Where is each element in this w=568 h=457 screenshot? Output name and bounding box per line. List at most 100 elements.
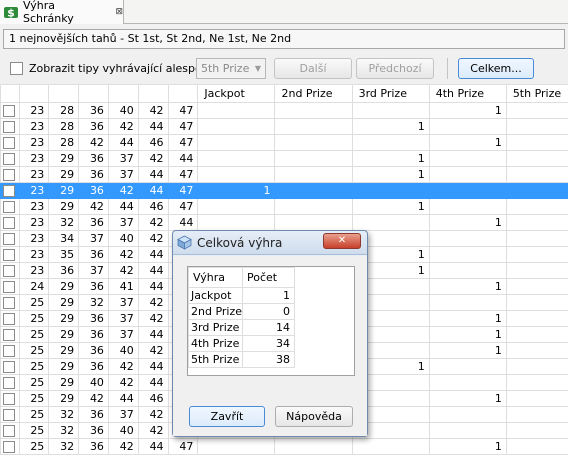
row-checkbox[interactable] [0, 198, 20, 215]
summary-row[interactable]: 5th Prize 38 [188, 351, 295, 368]
ticket-number: 37 [107, 214, 139, 231]
row-checkbox[interactable] [0, 358, 20, 375]
checkbox-box[interactable] [3, 120, 15, 133]
row-checkbox[interactable] [0, 342, 20, 359]
header-3rd-prize[interactable]: 3rd Prize [351, 84, 430, 103]
row-checkbox[interactable] [0, 278, 20, 295]
checkbox-box[interactable] [3, 296, 15, 309]
ticket-number: 36 [78, 326, 109, 343]
prize-cell [428, 406, 507, 423]
checkbox-box[interactable] [3, 168, 15, 181]
row-checkbox[interactable] [0, 134, 20, 151]
checkbox-box[interactable] [3, 360, 15, 373]
checkbox-box[interactable] [3, 408, 15, 421]
checkbox-box[interactable] [3, 328, 15, 341]
prize-cell [505, 390, 568, 407]
ticket-number: 23 [18, 182, 50, 199]
row-checkbox[interactable] [0, 118, 20, 135]
row-checkbox[interactable] [0, 374, 20, 391]
table-row[interactable]: 23 28 42 44 46 47 1 [0, 134, 568, 151]
row-checkbox[interactable] [0, 310, 20, 327]
row-checkbox[interactable] [0, 406, 20, 423]
ticket-number: 36 [78, 150, 109, 167]
tab-close-icon[interactable]: ⊠ [115, 7, 123, 17]
dialog-close-icon[interactable]: ✕ [323, 233, 361, 249]
total-button[interactable]: Celkem... [458, 58, 534, 79]
summary-col-count[interactable]: Počet [242, 267, 295, 288]
row-checkbox[interactable] [0, 246, 20, 263]
summary-prize: Jackpot [188, 287, 243, 304]
row-checkbox[interactable] [0, 294, 20, 311]
ticket-number: 28 [48, 102, 80, 119]
row-checkbox[interactable] [0, 422, 20, 439]
ticket-number: 37 [107, 150, 139, 167]
table-row[interactable]: 23 29 36 42 44 47 1 [0, 182, 568, 199]
checkbox-box[interactable] [3, 104, 15, 117]
header-2nd-prize[interactable]: 2nd Prize [274, 84, 353, 103]
ticket-number: 37 [107, 326, 139, 343]
ticket-number: 44 [137, 118, 169, 135]
summary-row[interactable]: 3rd Prize 14 [188, 319, 295, 336]
previous-button[interactable]: Předchozí [356, 58, 434, 79]
row-checkbox[interactable] [0, 438, 20, 455]
ticket-number: 36 [78, 278, 109, 295]
checkbox-box[interactable] [3, 392, 15, 405]
dialog-titlebar[interactable]: Celková výhra ✕ [173, 231, 367, 255]
help-button[interactable]: Nápověda [275, 406, 353, 427]
checkbox-box[interactable] [3, 216, 15, 229]
close-button[interactable]: Zavřít [189, 406, 265, 427]
summary-row[interactable]: 4th Prize 34 [188, 335, 295, 352]
table-row[interactable]: 23 29 42 44 46 47 1 [0, 198, 568, 215]
ticket-number: 36 [78, 166, 109, 183]
ticket-number: 23 [18, 198, 50, 215]
row-checkbox[interactable] [0, 102, 20, 119]
checkbox-box[interactable] [3, 440, 15, 453]
row-checkbox[interactable] [0, 230, 20, 247]
prize-cell: 1 [428, 310, 507, 327]
prize-cell: 1 [428, 278, 507, 295]
table-row[interactable]: 23 29 36 37 44 47 1 [0, 166, 568, 183]
show-winning-checkbox[interactable] [10, 62, 23, 75]
prize-cell [428, 262, 507, 279]
summary-row[interactable]: 2nd Prize 0 [188, 303, 295, 320]
summary-col-prize[interactable]: Výhra [188, 267, 243, 288]
row-checkbox[interactable] [0, 390, 20, 407]
table-row[interactable]: 23 29 36 37 42 44 1 [0, 150, 568, 167]
row-checkbox[interactable] [0, 262, 20, 279]
row-checkbox[interactable] [0, 150, 20, 167]
summary-row[interactable]: Jackpot 1 [188, 287, 295, 304]
checkbox-box[interactable] [3, 344, 15, 357]
ticket-number: 28 [48, 134, 80, 151]
checkbox-box[interactable] [3, 232, 15, 245]
tab-vyhra-schranky[interactable]: $ Výhra Schránky ⊠ [0, 0, 124, 25]
prize-cell: 1 [428, 342, 507, 359]
table-row[interactable]: 23 28 36 42 44 47 1 [0, 118, 568, 135]
prize-select[interactable]: 5th Prize ▼ [196, 58, 266, 79]
checkbox-box[interactable] [3, 152, 15, 165]
header-jackpot[interactable]: Jackpot [197, 84, 276, 103]
checkbox-box[interactable] [3, 280, 15, 293]
checkbox-box[interactable] [3, 264, 15, 277]
checkbox-box[interactable] [3, 136, 15, 149]
header-5th-prize[interactable]: 5th Prize [505, 84, 568, 103]
next-button[interactable]: Další [274, 58, 352, 79]
show-winning-label: Zobrazit tipy vyhrávající alespoň: [29, 62, 213, 75]
dialog-body: Výhra Počet Jackpot 1 2nd Prize 0 3rd Prize 1… [173, 256, 367, 436]
checkbox-box[interactable] [3, 248, 15, 261]
table-row[interactable]: 23 28 36 40 42 47 1 [0, 102, 568, 119]
ticket-number: 32 [48, 406, 80, 423]
row-checkbox[interactable] [0, 182, 20, 199]
prize-cell [351, 438, 430, 455]
table-row[interactable]: 23 32 36 37 42 44 1 [0, 214, 568, 231]
row-checkbox[interactable] [0, 214, 20, 231]
checkbox-box[interactable] [3, 312, 15, 325]
checkbox-box[interactable] [3, 200, 15, 213]
checkbox-box[interactable] [3, 184, 15, 197]
row-checkbox[interactable] [0, 166, 20, 183]
checkbox-box[interactable] [3, 424, 15, 437]
checkbox-box[interactable] [3, 376, 15, 389]
ticket-number: 42 [137, 230, 169, 247]
row-checkbox[interactable] [0, 326, 20, 343]
header-4th-prize[interactable]: 4th Prize [428, 84, 507, 103]
table-row[interactable]: 25 32 36 42 44 47 1 [0, 438, 568, 455]
